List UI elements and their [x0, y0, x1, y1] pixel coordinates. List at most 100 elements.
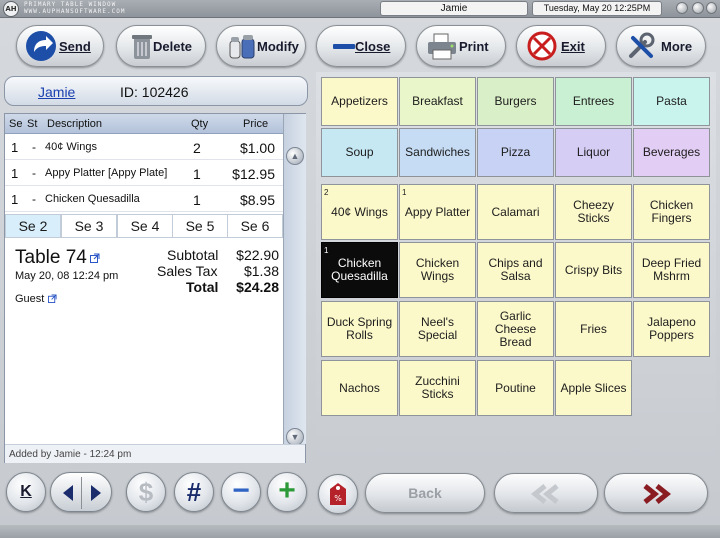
seat-tab-6[interactable]: Se 6	[227, 214, 283, 238]
item-label: Chicken Quesadilla	[331, 256, 388, 283]
menu-item-chicken-quesadilla[interactable]: 1 Chicken Quesadilla	[321, 242, 398, 298]
back-button[interactable]: Back	[365, 473, 485, 513]
scroll-up-icon[interactable]: ▲	[286, 147, 304, 165]
exit-button[interactable]: Exit	[516, 25, 606, 67]
print-button[interactable]: Print	[416, 25, 506, 67]
menu-item-crispy-bits[interactable]: Crispy Bits	[555, 242, 632, 298]
category-sandwiches[interactable]: Sandwiches	[399, 128, 476, 177]
menu-item-appy-platter[interactable]: 1 Appy Platter	[399, 184, 476, 240]
category-pizza[interactable]: Pizza	[477, 128, 554, 177]
menu-item-duck-spring-rolls[interactable]: Duck Spring Rolls	[321, 301, 398, 357]
item-label: Jalapeno Poppers	[647, 315, 696, 342]
menu-item-chicken-wings[interactable]: Chicken Wings	[399, 242, 476, 298]
menu-item-nachos[interactable]: Nachos	[321, 360, 398, 416]
check-item-row[interactable]: 1 - Appy Platter [Appy Plate] 1 $12.95	[5, 161, 283, 186]
item-label: Zucchini Sticks	[415, 374, 460, 401]
server-id: ID: 102426	[120, 84, 189, 100]
item-navigation	[50, 472, 112, 512]
date-time: Tuesday, May 20 12:25PM	[532, 1, 662, 16]
item-status: -	[32, 166, 36, 180]
coupon-button[interactable]: %	[318, 474, 358, 514]
item-description: Chicken Quesadilla	[45, 193, 140, 205]
item-description: 40¢ Wings	[45, 141, 97, 153]
table-number: Table 74	[15, 247, 87, 268]
category-label: Pizza	[500, 145, 531, 159]
next-item-icon[interactable]	[89, 484, 103, 502]
dollar-icon: $	[138, 477, 154, 507]
more-button[interactable]: More	[616, 25, 706, 67]
menu-item-chicken-fingers[interactable]: Chicken Fingers	[633, 184, 710, 240]
print-label: Print	[459, 39, 489, 54]
seat-tab-2[interactable]: Se 2	[5, 214, 61, 238]
category-liquor[interactable]: Liquor	[555, 128, 632, 177]
send-button[interactable]: Send	[16, 25, 104, 67]
menu-item-apple-slices[interactable]: Apple Slices	[555, 360, 632, 416]
double-chevron-left-icon	[530, 484, 559, 504]
modify-label: Modify	[257, 39, 299, 54]
category-soup[interactable]: Soup	[321, 128, 398, 177]
menu-item-jalapeno-poppers[interactable]: Jalapeno Poppers	[633, 301, 710, 357]
page-forward-button[interactable]	[604, 473, 708, 513]
check-item-row[interactable]: 1 - Chicken Quesadilla 1 $8.95	[5, 187, 283, 212]
item-label: Garlic Cheese Bread	[494, 308, 537, 349]
item-label: Crispy Bits	[564, 262, 623, 277]
menu-item-deep-fried-mshrm[interactable]: Deep Fried Mshrm	[633, 242, 710, 298]
close-window-button[interactable]	[706, 2, 717, 14]
item-label: 40¢ Wings	[331, 204, 388, 219]
menu-item-calamari[interactable]: Calamari	[477, 184, 554, 240]
close-button[interactable]: Close	[316, 25, 406, 67]
keyboard-label: K	[20, 483, 32, 500]
quantity-button[interactable]: #	[174, 472, 214, 512]
minimize-button[interactable]	[676, 2, 688, 14]
exit-label: Exit	[561, 39, 585, 54]
total-value: $24.28	[236, 279, 279, 295]
category-label: Sandwiches	[405, 145, 470, 159]
external-link-icon[interactable]	[90, 253, 100, 263]
keyboard-button[interactable]: K	[6, 472, 46, 512]
item-count: 1	[402, 188, 407, 197]
menu-item-neels-special[interactable]: Neel's Special	[399, 301, 476, 357]
decrement-button[interactable]: −	[221, 472, 261, 512]
prev-item-icon[interactable]	[61, 484, 75, 502]
increment-button[interactable]: +	[267, 472, 307, 512]
modify-button[interactable]: Modify	[216, 25, 306, 67]
more-label: More	[661, 39, 693, 54]
category-pasta[interactable]: Pasta	[633, 77, 710, 126]
category-entrees[interactable]: Entrees	[555, 77, 632, 126]
category-beverages[interactable]: Beverages	[633, 128, 710, 177]
category-appetizers[interactable]: Appetizers	[321, 77, 398, 126]
menu-item-garlic-cheese-bread[interactable]: Garlic Cheese Bread	[477, 301, 554, 357]
item-seat: 1	[11, 192, 19, 207]
menu-item-cheezy-sticks[interactable]: Cheezy Sticks	[555, 184, 632, 240]
seat-tab-3[interactable]: Se 3	[61, 214, 117, 238]
item-qty: 2	[193, 140, 201, 156]
menu-item-poutine[interactable]: Poutine	[477, 360, 554, 416]
item-count: 1	[324, 246, 329, 255]
price-button[interactable]: $	[126, 472, 166, 512]
category-burgers[interactable]: Burgers	[477, 77, 554, 126]
item-qty: 1	[193, 166, 201, 182]
seat-tab-5[interactable]: Se 5	[172, 214, 228, 238]
delete-button[interactable]: Delete	[116, 25, 206, 67]
menu-item-fries[interactable]: Fries	[555, 301, 632, 357]
prohibited-icon	[527, 31, 557, 61]
item-label: Chicken Wings	[415, 256, 460, 283]
discount-tag-icon: %	[330, 483, 346, 505]
category-breakfast[interactable]: Breakfast	[399, 77, 476, 126]
seat-tab-4[interactable]: Se 4	[117, 214, 173, 238]
server-name-link[interactable]: Jamie	[38, 84, 75, 100]
menu-item-chips-and-salsa[interactable]: Chips and Salsa	[477, 242, 554, 298]
menu-item-40c-wings[interactable]: 2 40¢ Wings	[321, 184, 398, 240]
external-link-icon[interactable]	[48, 294, 57, 303]
item-label: Calamari	[491, 204, 540, 219]
maximize-button[interactable]	[692, 2, 704, 14]
item-description: Appy Platter [Appy Plate]	[45, 167, 168, 179]
page-back-button[interactable]	[494, 473, 598, 513]
check-scrollbar[interactable]: ▲ ▼	[283, 114, 306, 446]
check-item-row[interactable]: 1 - 40¢ Wings 2 $1.00	[5, 135, 283, 160]
menu-item-zucchini-sticks[interactable]: Zucchini Sticks	[399, 360, 476, 416]
guest-label[interactable]: Guest	[15, 293, 44, 305]
tools-icon	[629, 32, 655, 58]
opened-time: May 20, 08 12:24 pm	[15, 270, 119, 282]
minus-icon: −	[232, 474, 250, 507]
